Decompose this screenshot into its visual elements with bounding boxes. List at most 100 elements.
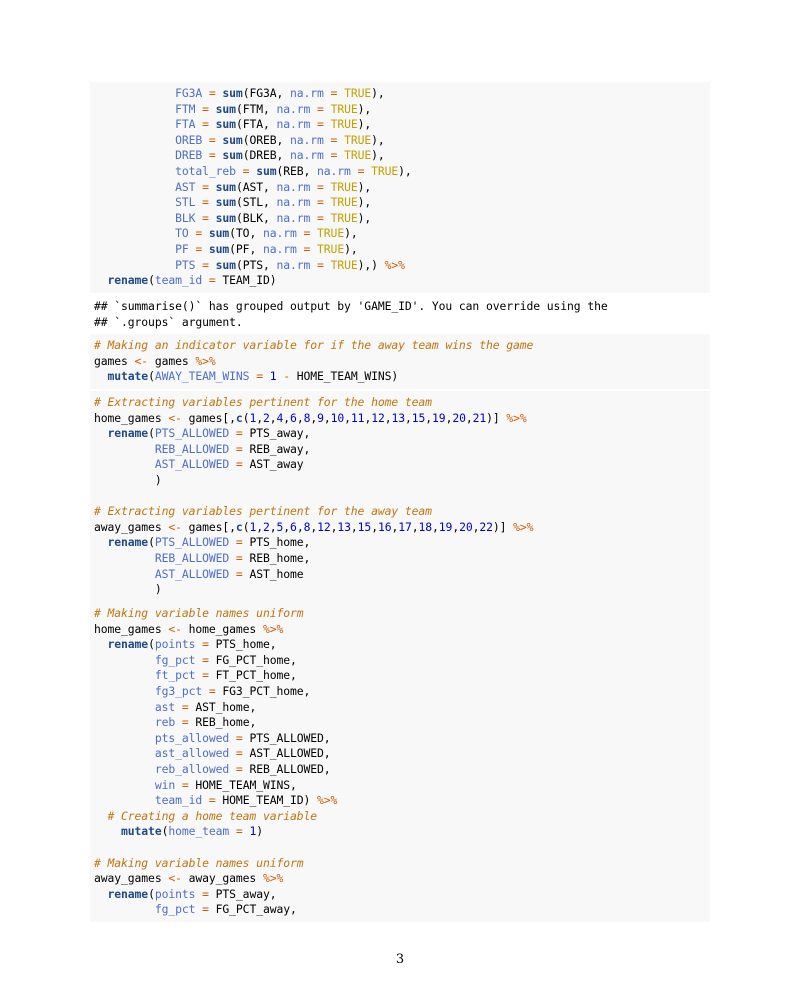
- code-token: =: [323, 86, 345, 100]
- code-token: na.rm: [290, 148, 324, 163]
- code-token: =: [195, 902, 216, 917]
- code-token: TRUE: [344, 132, 372, 147]
- code-token: (OREB,: [242, 132, 290, 147]
- code-token: sum: [222, 132, 243, 147]
- code-token: (: [148, 369, 155, 384]
- code-token: %>%: [506, 410, 527, 425]
- code-line: FTA = sum(FTA, na.rm = TRUE),: [94, 117, 710, 133]
- code-token: (AST,: [235, 179, 277, 194]
- code-token: 12: [317, 519, 331, 534]
- code-token: FTM: [175, 101, 196, 116]
- code-token: ft_pct: [154, 668, 196, 683]
- code-token: =: [229, 746, 250, 761]
- code-token: REB_ALLOWED,: [249, 761, 331, 776]
- code-line: fg_pct = FG_PCT_away,: [94, 902, 710, 918]
- code-token: 18: [418, 519, 433, 534]
- code-line: total_reb = sum(REB, na.rm = TRUE),: [94, 164, 710, 180]
- code-token: mutate: [121, 824, 162, 839]
- console-output: ## `summarise()` has grouped output by '…: [94, 299, 714, 330]
- code-token: =: [249, 369, 270, 384]
- code-token: ,: [465, 410, 473, 425]
- code-token: na.rm: [276, 257, 311, 272]
- code-token: 11: [350, 410, 365, 425]
- code-token: PTS: [175, 257, 196, 272]
- code-token: TRUE: [344, 86, 372, 100]
- code-token: sum: [215, 257, 236, 272]
- code-token: =: [310, 101, 331, 116]
- code-token: PF: [175, 241, 189, 256]
- code-token: %>%: [513, 519, 534, 534]
- code-token: =: [229, 550, 250, 565]
- code-token: 9: [317, 410, 324, 425]
- code-token: ,: [269, 519, 277, 534]
- code-line: rename(points = PTS_away,: [94, 887, 710, 903]
- code-token: fg_pct: [154, 652, 196, 667]
- code-line: rename(team_id = TEAM_ID): [94, 273, 710, 289]
- code-token: sum: [215, 195, 236, 210]
- code-token: STL: [175, 195, 196, 210]
- code-line: ): [94, 582, 710, 598]
- code-token: =: [235, 163, 257, 178]
- code-token: away_games: [94, 871, 169, 886]
- code-token: HOME_TEAM_WINS): [296, 369, 399, 384]
- code-token: ),: [357, 117, 372, 132]
- code-token: home_team: [168, 824, 230, 839]
- code-line: FTM = sum(FTM, na.rm = TRUE),: [94, 102, 710, 118]
- code-token: (PF,: [229, 241, 263, 256]
- code-token: =: [195, 117, 216, 132]
- code-token: FG_PCT_away,: [215, 902, 297, 917]
- code-token: TRUE: [371, 163, 399, 178]
- code-line: pts_allowed = PTS_ALLOWED,: [94, 731, 710, 747]
- code-token: REB_home,: [195, 715, 257, 730]
- code-token: ): [94, 582, 162, 597]
- code-token: (: [148, 273, 155, 288]
- code-token: ,: [296, 410, 304, 425]
- code-line: rename(PTS_ALLOWED = PTS_home,: [94, 535, 710, 551]
- code-token: =: [310, 195, 331, 210]
- code-token: ),): [357, 257, 385, 272]
- code-token: AST_ALLOWED: [154, 566, 230, 581]
- code-block: # Extracting variables pertinent for the…: [90, 391, 710, 602]
- code-line: reb_allowed = REB_ALLOWED,: [94, 762, 710, 778]
- code-token: ): [94, 472, 162, 487]
- code-token: games[,: [181, 410, 236, 425]
- code-token: %>%: [262, 621, 284, 636]
- code-line: # Extracting variables pertinent for the…: [94, 395, 710, 411]
- code-token: PTS_away,: [215, 886, 277, 901]
- code-token: (: [148, 637, 155, 652]
- code-token: <-: [168, 519, 182, 534]
- code-token: home_games: [94, 621, 169, 636]
- code-line: reb = REB_home,: [94, 715, 710, 731]
- code-token: ,: [432, 519, 439, 534]
- code-token: -: [276, 369, 297, 384]
- code-token: =: [175, 777, 196, 792]
- code-line: PF = sum(PF, na.rm = TRUE),: [94, 242, 710, 258]
- code-token: 13: [391, 410, 405, 425]
- code-token: (: [148, 886, 155, 901]
- code-token: %>%: [262, 871, 284, 886]
- code-token: c: [235, 410, 243, 425]
- code-token: rename: [107, 886, 149, 901]
- code-token: 12: [371, 410, 385, 425]
- code-token: rename: [107, 637, 149, 652]
- code-token: ,: [344, 410, 351, 425]
- code-token: FG3A: [175, 86, 203, 100]
- code-token: %>%: [317, 793, 338, 808]
- code-token: =: [229, 824, 250, 839]
- code-token: =: [202, 148, 223, 163]
- code-line: ast = AST_home,: [94, 700, 710, 716]
- code-line: rename(points = PTS_home,: [94, 637, 710, 653]
- code-line: home_games <- home_games %>%: [94, 622, 710, 638]
- code-token: 20: [452, 410, 466, 425]
- code-token: ast: [154, 699, 176, 714]
